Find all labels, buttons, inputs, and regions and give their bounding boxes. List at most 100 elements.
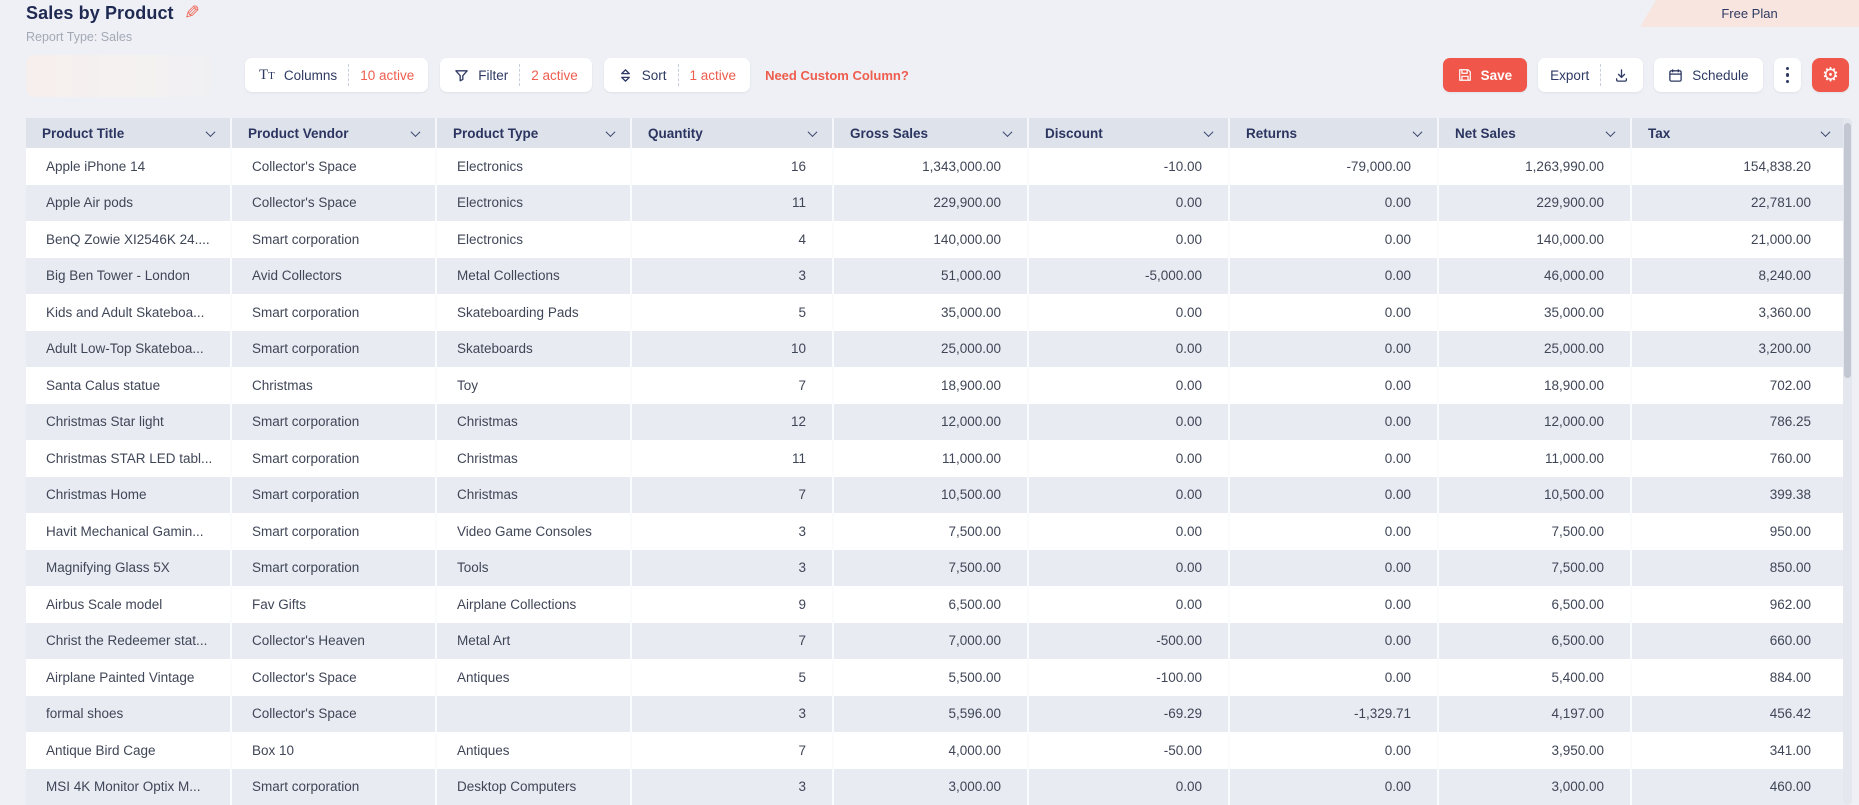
table-cell: -5,000.00 bbox=[1027, 257, 1228, 294]
table-cell: 460.00 bbox=[1630, 768, 1845, 805]
plan-badge: Free Plan bbox=[1640, 0, 1859, 27]
table-cell: -79,000.00 bbox=[1228, 148, 1437, 185]
table-cell: 140,000.00 bbox=[832, 221, 1027, 258]
column-header-label: Tax bbox=[1648, 125, 1671, 141]
table-cell: Christmas bbox=[435, 476, 630, 513]
column-header[interactable]: Gross Sales bbox=[832, 118, 1027, 148]
table-cell: 7,500.00 bbox=[832, 513, 1027, 550]
table-cell: Collector's Space bbox=[230, 184, 435, 221]
report-table: Product Title Product Vendor Product Type Q… bbox=[26, 118, 1845, 805]
download-button[interactable] bbox=[1612, 68, 1631, 83]
kebab-icon bbox=[1783, 66, 1793, 84]
column-menu-chevron-icon[interactable] bbox=[410, 126, 421, 137]
vertical-scrollbar[interactable] bbox=[1843, 118, 1852, 805]
table-cell: 18,900.00 bbox=[832, 367, 1027, 404]
columns-active-count[interactable]: 10 active bbox=[360, 68, 414, 83]
column-menu-chevron-icon[interactable] bbox=[807, 126, 818, 137]
table-cell: Kids and Adult Skateboa... bbox=[46, 304, 205, 320]
table-cell: 0.00 bbox=[1027, 221, 1228, 258]
table-cell: Collector's Heaven bbox=[230, 622, 435, 659]
table-cell: Apple Air pods bbox=[46, 195, 134, 211]
table-cell: Tools bbox=[435, 549, 630, 586]
table-cell: Christmas bbox=[435, 440, 630, 477]
column-header[interactable]: Tax bbox=[1630, 118, 1845, 148]
sort-button[interactable]: Sort 1 active bbox=[603, 58, 751, 92]
table-cell bbox=[435, 695, 630, 732]
columns-button[interactable]: TT Columns 10 active bbox=[245, 58, 429, 92]
table-cell: 22,781.00 bbox=[1630, 184, 1845, 221]
table-cell: 12 bbox=[630, 403, 832, 440]
export-button[interactable]: Export bbox=[1550, 68, 1589, 83]
column-header-label: Product Vendor bbox=[248, 125, 349, 141]
column-menu-chevron-icon[interactable] bbox=[1002, 126, 1013, 137]
table-cell: 0.00 bbox=[1228, 294, 1437, 331]
table-cell: Christmas STAR LED tabl... bbox=[46, 450, 213, 466]
table-cell: 4,000.00 bbox=[832, 732, 1027, 769]
column-menu-chevron-icon[interactable] bbox=[205, 126, 216, 137]
table-cell: Electronics bbox=[435, 221, 630, 258]
table-cell: 3,360.00 bbox=[1630, 294, 1845, 331]
table-cell: 51,000.00 bbox=[832, 257, 1027, 294]
table-cell: Christmas bbox=[230, 367, 435, 404]
table-cell: 0.00 bbox=[1228, 184, 1437, 221]
table-cell: 3 bbox=[630, 768, 832, 805]
table-cell: 11 bbox=[630, 184, 832, 221]
column-menu-chevron-icon[interactable] bbox=[1605, 126, 1616, 137]
filter-button[interactable]: Filter 2 active bbox=[440, 58, 592, 92]
table-row: Adult Low-Top Skateboa... Smart corporati… bbox=[26, 330, 1845, 367]
schedule-button[interactable]: Schedule bbox=[1654, 58, 1763, 92]
table-cell: 962.00 bbox=[1630, 586, 1845, 623]
table-row: Christmas Home Smart corporation Christmas… bbox=[26, 476, 1845, 513]
filter-active-count[interactable]: 2 active bbox=[531, 68, 578, 83]
table-cell: Havit Mechanical Gamin... bbox=[46, 523, 204, 539]
table-cell: 3,200.00 bbox=[1630, 330, 1845, 367]
table-cell: 6,500.00 bbox=[1437, 586, 1630, 623]
sort-active-count[interactable]: 1 active bbox=[690, 68, 737, 83]
table-cell: 11,000.00 bbox=[1437, 440, 1630, 477]
table-cell: 0.00 bbox=[1027, 586, 1228, 623]
table-row: Antique Bird Cage Box 10 Antiques 7 4,000.00… bbox=[26, 732, 1845, 769]
columns-button-label: Columns bbox=[283, 67, 338, 83]
column-header[interactable]: Net Sales bbox=[1437, 118, 1630, 148]
faded-logo-placeholder bbox=[26, 55, 212, 97]
column-header[interactable]: Product Vendor bbox=[230, 118, 435, 148]
column-menu-chevron-icon[interactable] bbox=[1412, 126, 1423, 137]
settings-button[interactable]: ⚙ bbox=[1812, 58, 1849, 92]
scrollbar-thumb[interactable] bbox=[1844, 123, 1851, 378]
column-header[interactable]: Product Type bbox=[435, 118, 630, 148]
column-header[interactable]: Returns bbox=[1228, 118, 1437, 148]
table-row: Havit Mechanical Gamin... Smart corporati… bbox=[26, 513, 1845, 550]
table-cell: 0.00 bbox=[1228, 221, 1437, 258]
table-cell: Magnifying Glass 5X bbox=[46, 560, 170, 576]
table-cell: 4 bbox=[630, 221, 832, 258]
column-header[interactable]: Discount bbox=[1027, 118, 1228, 148]
column-header[interactable]: Quantity bbox=[630, 118, 832, 148]
more-options-button[interactable] bbox=[1773, 58, 1801, 92]
table-cell: Airplane Painted Vintage bbox=[46, 669, 195, 685]
column-menu-chevron-icon[interactable] bbox=[605, 126, 616, 137]
table-cell: 229,900.00 bbox=[1437, 184, 1630, 221]
column-menu-chevron-icon[interactable] bbox=[1203, 126, 1214, 137]
table-cell: 0.00 bbox=[1027, 403, 1228, 440]
table-cell: 3,950.00 bbox=[1437, 732, 1630, 769]
table-cell: Smart corporation bbox=[230, 294, 435, 331]
table-cell: Airbus Scale model bbox=[46, 596, 163, 612]
edit-title-icon[interactable]: ✎ bbox=[184, 2, 200, 24]
need-custom-column-link[interactable]: Need Custom Column? bbox=[765, 68, 909, 83]
table-cell: 0.00 bbox=[1027, 184, 1228, 221]
sort-icon bbox=[618, 68, 633, 83]
column-menu-chevron-icon[interactable] bbox=[1820, 126, 1831, 137]
table-cell: 0.00 bbox=[1228, 732, 1437, 769]
column-header[interactable]: Product Title bbox=[26, 118, 230, 148]
save-button[interactable]: Save bbox=[1442, 58, 1528, 92]
filter-icon bbox=[454, 68, 469, 83]
table-cell: Airplane Collections bbox=[435, 586, 630, 623]
table-cell: 0.00 bbox=[1228, 330, 1437, 367]
table-cell: 399.38 bbox=[1630, 476, 1845, 513]
table-cell: Smart corporation bbox=[230, 768, 435, 805]
divider bbox=[1600, 64, 1602, 86]
table-cell: Metal Collections bbox=[435, 257, 630, 294]
table-row: Big Ben Tower - London Avid Collectors Met… bbox=[26, 257, 1845, 294]
table-cell: Apple iPhone 14 bbox=[46, 158, 146, 174]
table-cell: Adult Low-Top Skateboa... bbox=[46, 341, 204, 357]
